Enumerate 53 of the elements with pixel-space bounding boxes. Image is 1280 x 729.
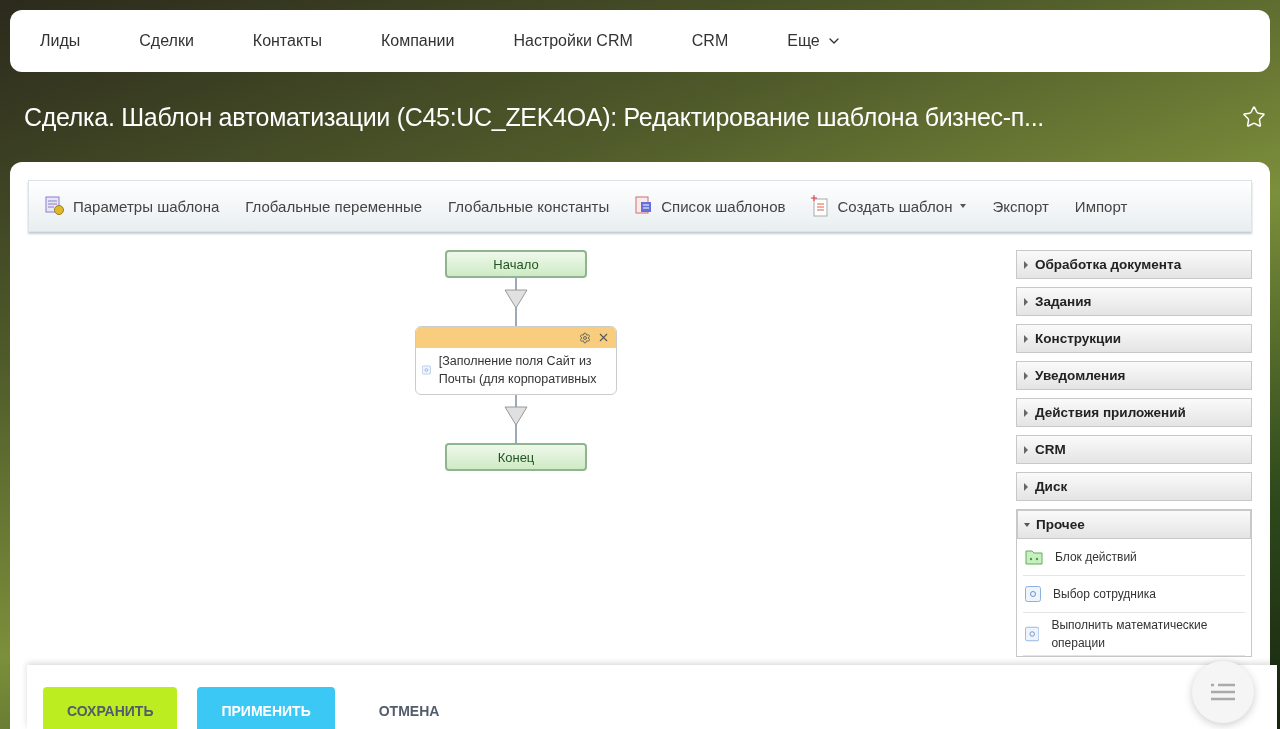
toolbar-button[interactable]: Экспорт bbox=[984, 191, 1057, 221]
group-header[interactable]: Прочее bbox=[1017, 510, 1251, 539]
activity-icon bbox=[422, 362, 431, 378]
cancel-button[interactable]: ОТМЕНА bbox=[354, 687, 464, 729]
toolbar-button[interactable]: Глобальные переменные bbox=[237, 191, 431, 221]
caret-icon bbox=[1023, 445, 1029, 454]
group-header[interactable]: Диск bbox=[1016, 472, 1252, 501]
group-header[interactable]: Действия приложений bbox=[1016, 398, 1252, 427]
connector-arrow bbox=[504, 395, 528, 443]
toolbar-button[interactable]: Импорт bbox=[1066, 191, 1136, 221]
group-header[interactable]: Задания bbox=[1016, 287, 1252, 316]
toolbar-button[interactable]: Параметры шаблона bbox=[37, 190, 228, 222]
activity-icon bbox=[1025, 586, 1041, 602]
settings-icon[interactable] bbox=[579, 331, 591, 344]
nav-link[interactable]: Сделки bbox=[139, 32, 223, 50]
workflow-node[interactable]: Конец bbox=[445, 443, 587, 471]
settings-icon bbox=[45, 196, 65, 216]
nav-link[interactable]: Лиды bbox=[40, 32, 110, 50]
activity-list-item[interactable]: Выполнить математические операции bbox=[1023, 613, 1245, 656]
connector-arrow bbox=[504, 278, 528, 326]
activity-block[interactable]: [Заполнение поля Сайт из Почты (для корпоративных bbox=[415, 326, 617, 395]
close-icon[interactable] bbox=[597, 331, 610, 344]
workflow-node[interactable]: Начало bbox=[445, 250, 587, 278]
document-list-icon bbox=[635, 196, 654, 216]
group-header[interactable]: CRM bbox=[1016, 435, 1252, 464]
activity-list-item[interactable]: Выбор сотрудника bbox=[1023, 576, 1245, 613]
activity-list-item[interactable]: Блок действий bbox=[1023, 539, 1245, 576]
toolbar-button[interactable]: Создать шаблон bbox=[803, 189, 975, 223]
group-header[interactable]: Обработка документа bbox=[1016, 250, 1252, 279]
caret-icon bbox=[1023, 334, 1029, 343]
caret-icon bbox=[1024, 520, 1030, 529]
activity-icon bbox=[1025, 626, 1040, 642]
group-header[interactable]: Уведомления bbox=[1016, 361, 1252, 390]
caret-icon bbox=[1023, 371, 1029, 380]
toolbar-button[interactable]: Список шаблонов bbox=[627, 190, 794, 222]
save-button[interactable]: СОХРАНИТЬ bbox=[43, 687, 178, 729]
folder-icon bbox=[1025, 549, 1043, 565]
activity-title: [Заполнение поля Сайт из Почты (для корпоративных bbox=[438, 353, 598, 388]
caret-icon bbox=[1023, 260, 1029, 269]
page-title: Сделка. Шаблон автоматизации (C45:UC_ZEK4OA): Редактирование шаблона бизнес-п... bbox=[24, 102, 1044, 132]
new-document-icon bbox=[811, 195, 830, 217]
caret-icon bbox=[1023, 408, 1029, 417]
group-header[interactable]: Конструкции bbox=[1016, 324, 1252, 353]
nav-link[interactable]: Компании bbox=[380, 32, 484, 50]
nav-link[interactable]: CRM bbox=[691, 32, 758, 50]
nav-link[interactable]: Еще bbox=[787, 32, 871, 50]
nav-link[interactable]: Контакты bbox=[252, 32, 351, 50]
caret-icon bbox=[1023, 297, 1029, 306]
caret-icon bbox=[1023, 482, 1029, 491]
menu-icon bbox=[1211, 683, 1235, 701]
star-icon[interactable] bbox=[1242, 105, 1266, 129]
nav-link[interactable]: Настройки CRM bbox=[513, 32, 662, 50]
toolbar-button[interactable]: Глобальные константы bbox=[440, 191, 618, 221]
